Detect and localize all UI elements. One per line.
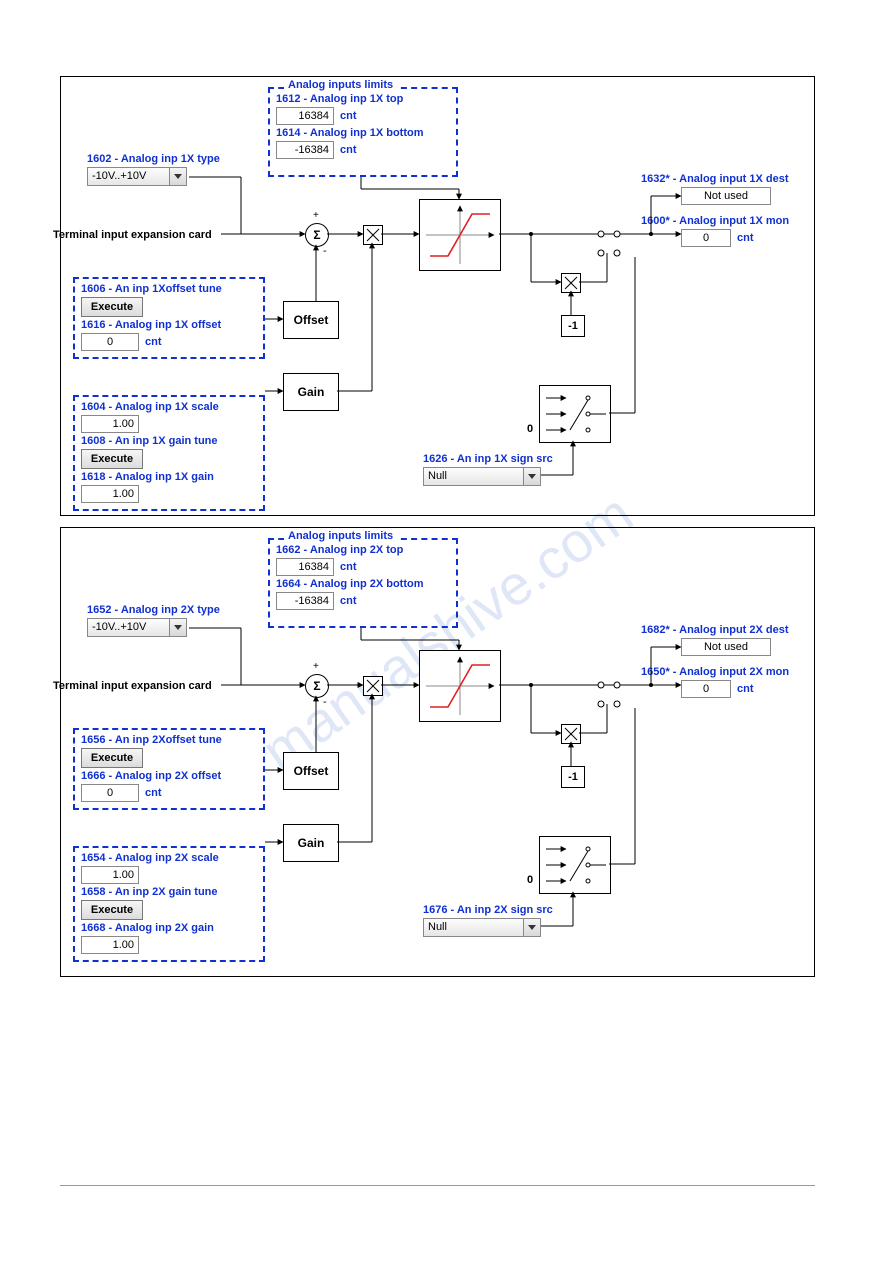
diagram-panel-2x: Analog inputs limits 1662 - Analog inp 2…: [60, 527, 815, 977]
wiring: [61, 77, 816, 517]
footer-rule: [60, 1185, 815, 1186]
wiring: [61, 528, 816, 968]
diagram-panel-1x: Analog inputs limits 1612 - Analog inp 1…: [60, 76, 815, 516]
